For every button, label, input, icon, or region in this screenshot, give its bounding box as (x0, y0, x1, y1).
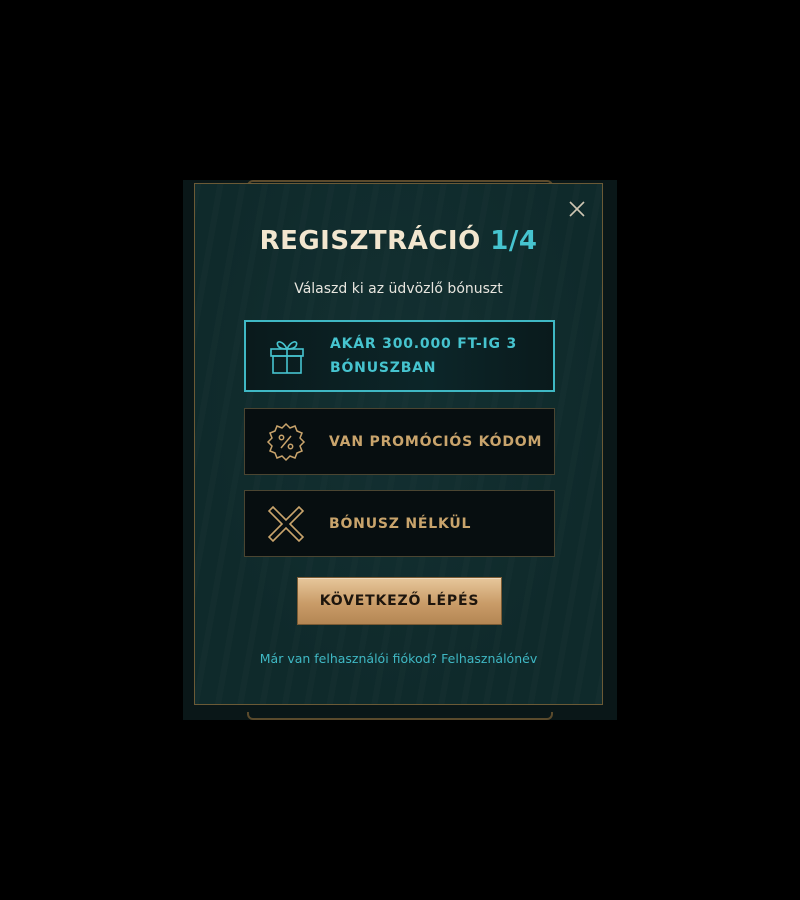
bonus-option-promo-code-label: VAN PROMÓCIÓS KÓDOM (329, 433, 543, 450)
next-step-button[interactable]: KÖVETKEZŐ LÉPÉS (298, 578, 501, 624)
bonus-option-no-bonus[interactable]: BÓNUSZ NÉLKÜL (244, 490, 555, 557)
bonus-option-welcome[interactable]: AKÁR 300.000 FT-IG 3 BÓNUSZBAN (244, 320, 555, 392)
bonus-option-promo-code[interactable]: VAN PROMÓCIÓS KÓDOM (244, 408, 555, 475)
registration-modal: REGISZTRÁCIÓ 1/4 Válaszd ki az üdvözlő b… (194, 183, 603, 705)
close-icon (569, 201, 585, 217)
bonus-option-no-bonus-label: BÓNUSZ NÉLKÜL (329, 515, 472, 532)
title-main: REGISZTRÁCIÓ (259, 226, 481, 256)
bonus-option-welcome-line1: AKÁR 300.000 FT-IG 3 (330, 336, 517, 352)
login-question: Már van felhasználói fiókod? (259, 651, 438, 666)
page-title: REGISZTRÁCIÓ 1/4 (195, 226, 602, 256)
percent-badge-icon (266, 422, 306, 461)
login-link[interactable]: Felhasználónév (441, 651, 537, 666)
title-step-counter: 1/4 (490, 226, 538, 256)
gift-icon (270, 341, 304, 374)
subtitle: Válaszd ki az üdvözlő bónuszt (294, 281, 503, 297)
close-button[interactable] (568, 200, 586, 218)
login-prompt: Már van felhasználói fiókod? Felhasználó… (195, 651, 602, 666)
cross-icon (267, 505, 305, 542)
bonus-option-welcome-line2: BÓNUSZBAN (330, 360, 437, 376)
